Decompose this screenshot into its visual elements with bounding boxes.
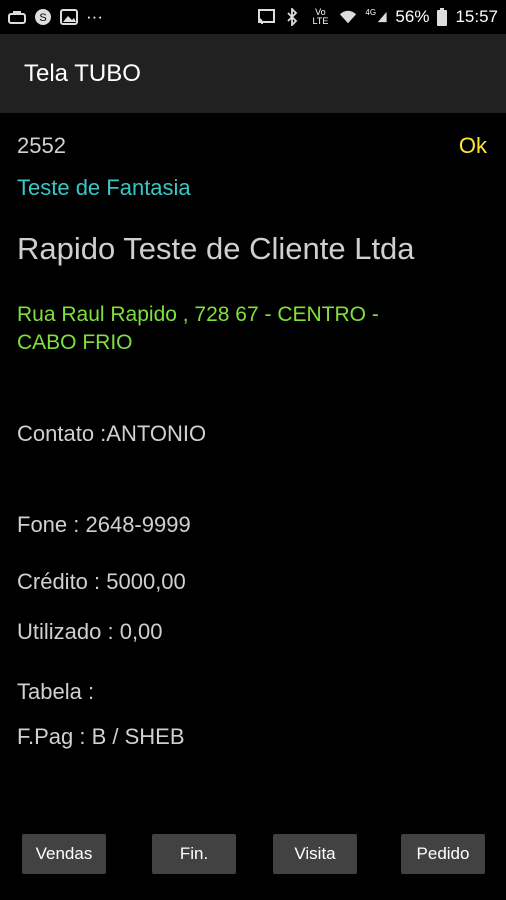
contato-field: Contato :ANTONIO bbox=[17, 421, 207, 446]
network-label: 4G bbox=[365, 8, 377, 17]
status-label: Ok bbox=[458, 133, 487, 158]
more-icon: ··· bbox=[86, 7, 103, 26]
app-bar: Tela TUBO bbox=[0, 34, 506, 113]
fone-field: Fone : 2648-9999 bbox=[17, 512, 191, 537]
action-bar: Vendas Fin. Visita Pedido bbox=[0, 834, 506, 876]
cast-icon bbox=[257, 8, 276, 26]
battery-icon bbox=[437, 8, 448, 26]
bluetooth-icon bbox=[283, 8, 301, 26]
volte-icon: Vo LTE bbox=[312, 7, 329, 26]
client-fantasia: Teste de Fantasia bbox=[17, 175, 191, 200]
status-left: S ··· bbox=[8, 7, 103, 27]
skype-icon: S bbox=[34, 8, 52, 26]
storage-icon bbox=[8, 8, 26, 26]
signal-icon: 4G bbox=[365, 8, 387, 26]
battery-percent: 56% bbox=[395, 7, 430, 26]
tabela-field: Tabela : bbox=[17, 679, 95, 704]
credito-field: Crédito : 5000,00 bbox=[17, 569, 186, 594]
visita-button[interactable]: Visita bbox=[273, 834, 357, 874]
client-header-row: 2552 Ok bbox=[17, 133, 489, 159]
utilizado-field: Utilizado : 0,00 bbox=[17, 619, 163, 644]
svg-text:S: S bbox=[39, 12, 46, 24]
client-name: Rapido Teste de Cliente Ltda bbox=[17, 231, 415, 266]
client-address: Rua Raul Rapido , 728 67 - CENTRO - CABO… bbox=[17, 303, 379, 354]
status-bar: S ··· Vo LTE 4G 56% 15:57 bbox=[0, 0, 506, 34]
fpag-field: F.Pag : B / SHEB bbox=[17, 724, 185, 749]
vendas-button[interactable]: Vendas bbox=[22, 834, 106, 874]
clock: 15:57 bbox=[455, 7, 498, 26]
status-right: Vo LTE 4G 56% 15:57 bbox=[257, 7, 498, 27]
fin-button[interactable]: Fin. bbox=[152, 834, 236, 874]
page-title: Tela TUBO bbox=[24, 59, 141, 87]
wifi-icon bbox=[339, 8, 357, 26]
pedido-button[interactable]: Pedido bbox=[401, 834, 485, 874]
client-code: 2552 bbox=[17, 133, 66, 158]
image-icon bbox=[60, 8, 78, 26]
